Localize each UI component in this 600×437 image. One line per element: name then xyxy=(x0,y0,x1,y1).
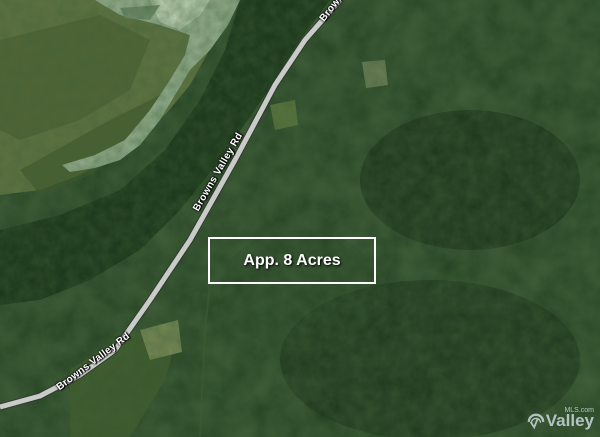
valley-mls-watermark: Valley MLS.com xyxy=(527,407,594,431)
satellite-map[interactable]: Browns Valley Rd Browns Valley Rd Browns… xyxy=(0,0,600,437)
watermark-subtext: MLS.com xyxy=(564,407,594,414)
watermark-text: Valley xyxy=(545,411,594,430)
parcel-label: App. 8 Acres xyxy=(243,251,341,269)
valley-logo-icon xyxy=(527,413,545,430)
parcel-outline: App. 8 Acres xyxy=(208,237,376,284)
map-imagery xyxy=(0,0,600,437)
